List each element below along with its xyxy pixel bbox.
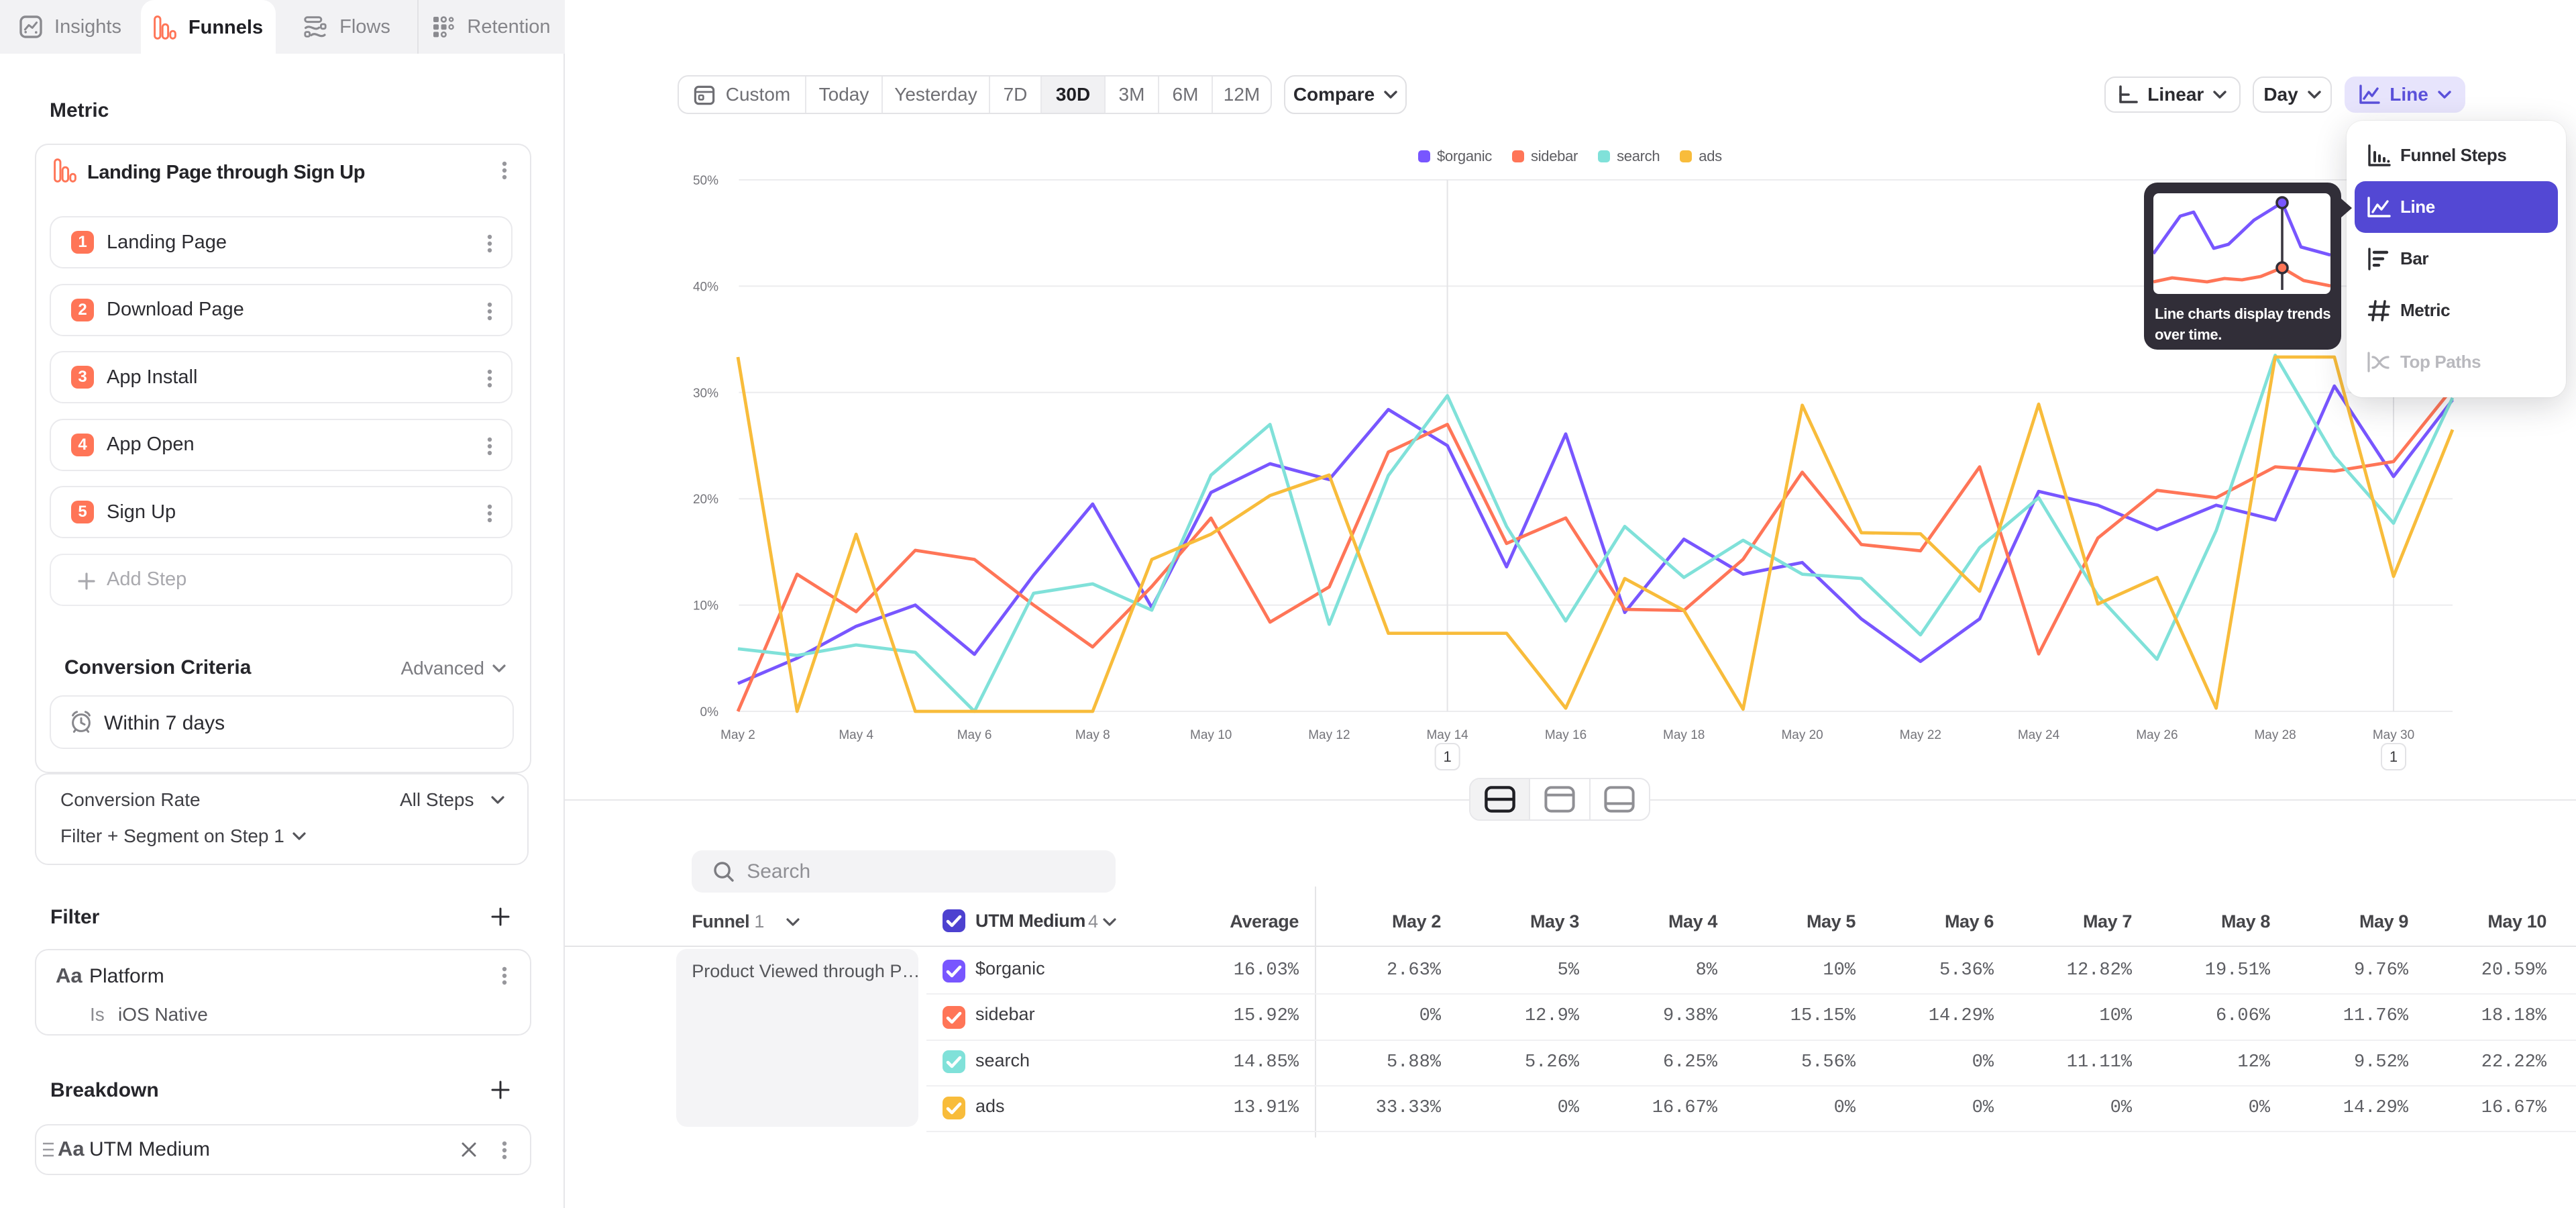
svg-text:May 18: May 18 xyxy=(1663,728,1705,742)
svg-text:50%: 50% xyxy=(693,174,718,188)
svg-text:May 26: May 26 xyxy=(2136,728,2178,742)
svg-text:10%: 10% xyxy=(693,599,718,613)
svg-text:20%: 20% xyxy=(693,493,718,507)
svg-text:0%: 0% xyxy=(700,705,719,719)
svg-text:May 10: May 10 xyxy=(1190,728,1232,742)
svg-text:May 24: May 24 xyxy=(2018,728,2060,742)
svg-text:May 8: May 8 xyxy=(1075,728,1110,742)
svg-text:May 14: May 14 xyxy=(1426,728,1468,742)
svg-text:1: 1 xyxy=(2390,748,2398,765)
svg-text:40%: 40% xyxy=(693,280,718,294)
svg-text:May 12: May 12 xyxy=(1308,728,1350,742)
svg-text:May 30: May 30 xyxy=(2373,728,2414,742)
svg-text:May 2: May 2 xyxy=(720,728,755,742)
svg-text:May 16: May 16 xyxy=(1545,728,1587,742)
svg-text:May 28: May 28 xyxy=(2254,728,2296,742)
svg-text:May 22: May 22 xyxy=(1900,728,1941,742)
svg-text:May 20: May 20 xyxy=(1781,728,1823,742)
svg-text:30%: 30% xyxy=(693,387,718,401)
svg-text:May 6: May 6 xyxy=(957,728,992,742)
svg-text:1: 1 xyxy=(1443,748,1451,765)
svg-text:May 4: May 4 xyxy=(839,728,873,742)
